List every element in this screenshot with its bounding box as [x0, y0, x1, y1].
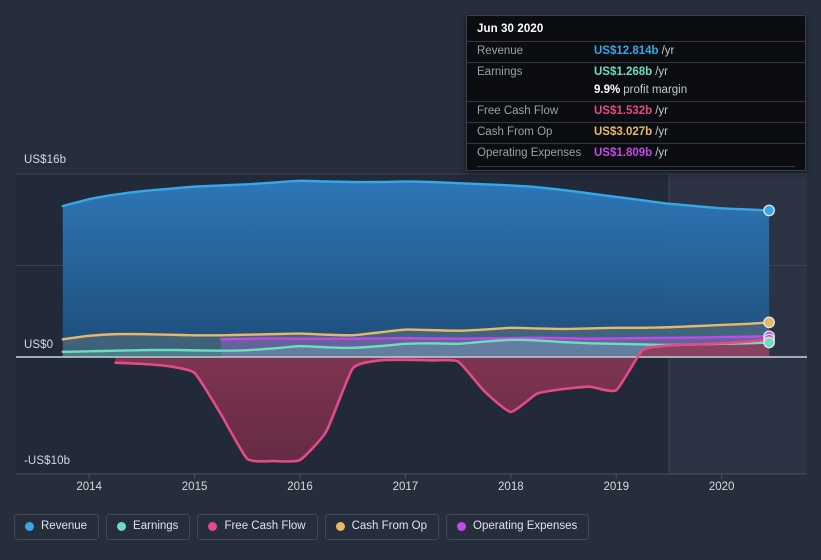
legend-color-dot-icon — [457, 522, 467, 532]
tooltip-row-label: Cash From Op — [477, 126, 553, 138]
tooltip-row: Revenue US$12.814b/yr — [467, 41, 805, 62]
tooltip-title: Jun 30 2020 — [477, 23, 544, 35]
tooltip-row: Operating Expenses US$1.809b/yr — [467, 143, 805, 164]
tooltip-row-unit: profit margin — [623, 84, 688, 96]
tooltip-row: Earnings US$1.268b/yr — [467, 62, 805, 83]
legend-item-earnings[interactable]: Earnings — [106, 514, 191, 540]
tooltip-rows: Revenue US$12.814b/yr Earnings US$1.268b/yr… — [467, 41, 805, 164]
legend-color-dot-icon — [25, 522, 34, 532]
chart-legend: Revenue Earnings Free Cash Flow Cash From O… — [14, 514, 590, 540]
x-axis-label-2017: 2017 — [392, 481, 419, 493]
tooltip-row-unit: /yr — [655, 105, 668, 117]
tooltip-row-unit: /yr — [655, 66, 668, 78]
legend-item-free-cash-flow[interactable]: Free Cash Flow — [197, 514, 318, 540]
tooltip-bottom-rule — [477, 166, 795, 167]
tooltip-row-unit: /yr — [655, 126, 668, 138]
x-axis-label-2019: 2019 — [603, 481, 630, 493]
tooltip-row-label: Earnings — [477, 66, 523, 78]
tooltip-row: Free Cash Flow US$1.532b/yr — [467, 101, 805, 122]
legend-item-label: Revenue — [41, 520, 88, 532]
x-axis-label-2015: 2015 — [181, 481, 208, 493]
legend-item-cash-from-op[interactable]: Cash From Op — [324, 514, 440, 540]
y-axis-label-bottom: -US$10b — [24, 455, 71, 467]
x-axis-label-2018: 2018 — [498, 481, 524, 493]
tooltip-row-value: US$1.268b — [594, 66, 653, 78]
tooltip-row-label: Revenue — [477, 45, 524, 57]
tooltip-row-value: US$3.027b — [594, 126, 653, 138]
legend-color-dot-icon — [208, 522, 218, 532]
tooltip-row-value: US$1.532b — [594, 105, 653, 117]
tooltip-row-value: US$12.814b — [594, 45, 659, 57]
tooltip-row-unit: /yr — [655, 147, 668, 159]
legend-item-revenue[interactable]: Revenue — [14, 514, 100, 540]
tooltip-row-unit: /yr — [661, 45, 675, 57]
tooltip-row-label: Free Cash Flow — [477, 105, 559, 117]
tooltip-row-value: US$1.809b — [594, 147, 653, 159]
legend-color-dot-icon — [117, 522, 127, 532]
x-axis-label-2016: 2016 — [287, 481, 313, 493]
tooltip-row-value: 9.9% — [594, 84, 621, 96]
legend-item-label: Cash From Op — [351, 520, 428, 532]
financial-performance-chart: US$16b US$0 -US$10b 2014 2015 2016 2017 2018… — [0, 0, 821, 560]
tooltip-row: Cash From Op US$3.027b/yr — [467, 122, 805, 143]
x-axis-label-2020: 2020 — [708, 481, 735, 493]
tooltip-row: 9.9% profit margin — [467, 83, 805, 101]
y-axis-label-top: US$16b — [24, 154, 67, 166]
legend-item-operating-expenses[interactable]: Operating Expenses — [446, 514, 590, 540]
data-tooltip: Jun 30 2020 Revenue US$12.814b/yr Earnings… — [466, 15, 806, 171]
legend-item-label: Earnings — [133, 520, 179, 532]
tooltip-row-label: Operating Expenses — [477, 147, 582, 159]
legend-color-dot-icon — [335, 522, 345, 532]
legend-item-label: Operating Expenses — [473, 520, 578, 532]
x-axis-label-2014: 2014 — [76, 481, 102, 493]
y-axis-label-zero: US$0 — [24, 339, 54, 351]
legend-item-label: Free Cash Flow — [224, 520, 306, 532]
